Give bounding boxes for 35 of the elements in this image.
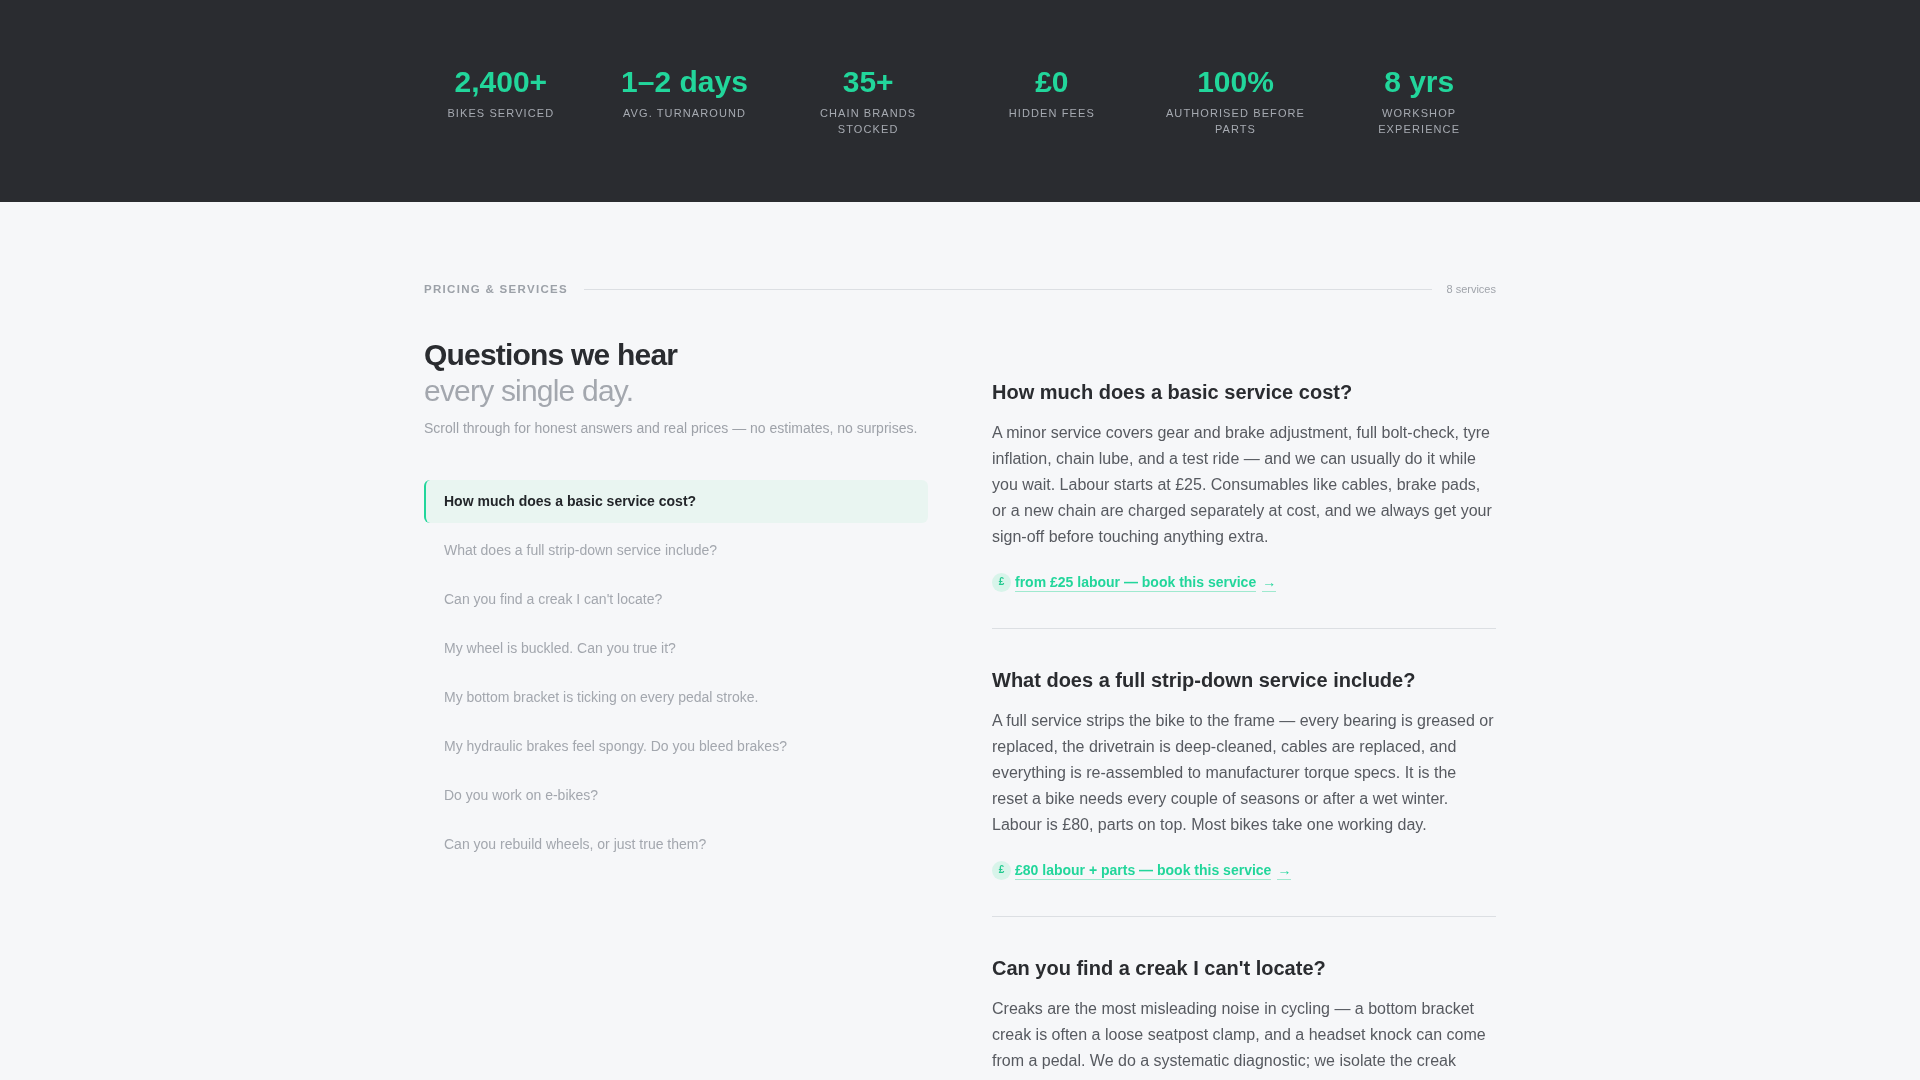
answer-text: A full service strips the bike to the frame — every bearing is greased or replaced, the drivetrain is deep-cleaned, cables are replaced, and everything is re-assembled to manufacturer torque specs. It is the reset a bike needs every couple of seasons or after a wet winter. Labour is £80, parts on top. Most bikes take one working day.: [992, 711, 1495, 835]
question-item[interactable]: What does a full strip-down service include?: [424, 529, 928, 572]
service-count: 8 services: [1446, 282, 1496, 297]
answer-heading: What does a full strip-down service include?: [992, 668, 1417, 693]
question-item[interactable]: Can you rebuild wheels, or just true them?: [424, 823, 928, 866]
stat-value: 8 yrs: [1384, 64, 1455, 100]
section-label: PRICING & SERVICES: [424, 282, 568, 297]
stat-label: WORKSHOP EXPERIENCE: [1377, 106, 1462, 137]
question-item[interactable]: How much does a basic service cost?: [424, 480, 928, 523]
intro-description: Scroll through for honest answers and real prices — no estimates, no surprises.: [424, 419, 919, 438]
stat-value: 2,400+: [454, 64, 548, 100]
stat-label: AUTHORISED BEFORE PARTS: [1164, 106, 1307, 137]
intro-subtitle: every single day.: [424, 373, 635, 409]
answer-heading: Can you find a creak I can't locate?: [992, 956, 1327, 981]
book-service-link[interactable]: £80 labour + parts — book this service →: [1015, 860, 1292, 880]
pound-icon: £: [992, 860, 1011, 880]
stat-value: 100%: [1197, 64, 1274, 100]
question-item[interactable]: Can you find a creak I can't locate?: [424, 578, 928, 621]
stat-value: 35+: [842, 64, 894, 100]
question-item[interactable]: My hydraulic brakes feel spongy. Do you bleed brakes?: [424, 725, 928, 768]
intro-title: Questions we hear: [424, 337, 679, 373]
question-item[interactable]: Do you work on e-bikes?: [424, 774, 928, 817]
stat-value: £0: [1035, 64, 1069, 100]
answer-heading: How much does a basic service cost?: [992, 380, 1354, 405]
stat-label: HIDDEN FEES: [1008, 106, 1095, 121]
pound-icon: £: [992, 572, 1011, 592]
question-item[interactable]: My bottom bracket is ticking on every pedal stroke.: [424, 676, 928, 719]
answer-text: Creaks are the most misleading noise in cycling — a bottom bracket creak is often a loose seatpost clamp, and a headset knock can come from a pedal. We do a systematic diagnostic; we isolate the creak: [992, 999, 1487, 1071]
stat-value: 1–2 days: [621, 64, 748, 100]
stat-label: CHAIN BRANDS STOCKED: [819, 106, 918, 137]
question-item[interactable]: My wheel is buckled. Can you true it?: [424, 627, 928, 670]
stat-label: BIKES SERVICED: [447, 106, 555, 121]
stat-label: AVG. TURNAROUND: [622, 106, 746, 121]
book-service-link[interactable]: from £25 labour — book this service →: [1015, 572, 1277, 592]
answer-text: A minor service covers gear and brake adjustment, full bolt-check, tyre inflation, chain lube, and a test ride — and we can usually do it while you wait. Labour starts at £25. Consumables like cables, brake pads, or a new chain are charged separately at cost, and we always get your sign-off before touching anything extra.: [992, 423, 1493, 547]
